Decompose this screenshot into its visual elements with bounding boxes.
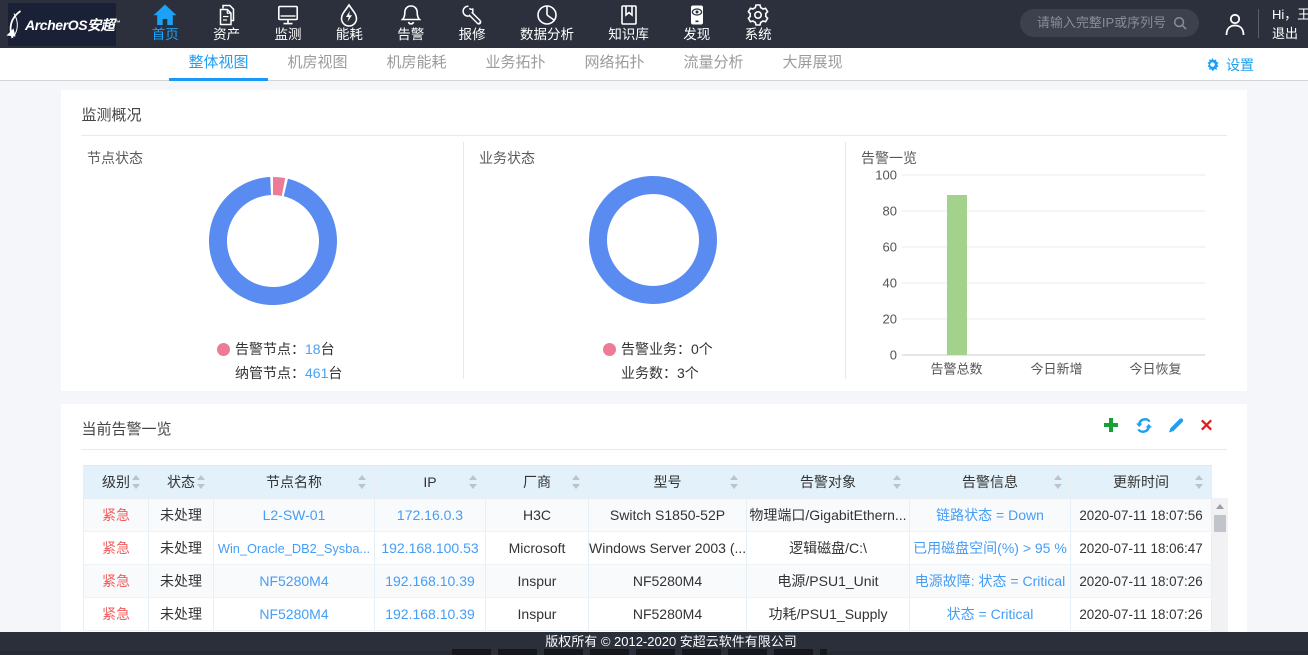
svg-text:告警总数: 告警总数 — [930, 362, 982, 377]
svg-text:20: 20 — [883, 312, 897, 327]
svg-text:80: 80 — [883, 204, 897, 219]
svg-text:今日新增: 今日新增 — [1030, 362, 1082, 377]
svg-text:0: 0 — [890, 348, 897, 363]
svg-text:40: 40 — [883, 276, 897, 291]
svg-text:100: 100 — [875, 168, 897, 183]
svg-text:60: 60 — [883, 240, 897, 255]
svg-text:今日恢复: 今日恢复 — [1129, 362, 1181, 377]
